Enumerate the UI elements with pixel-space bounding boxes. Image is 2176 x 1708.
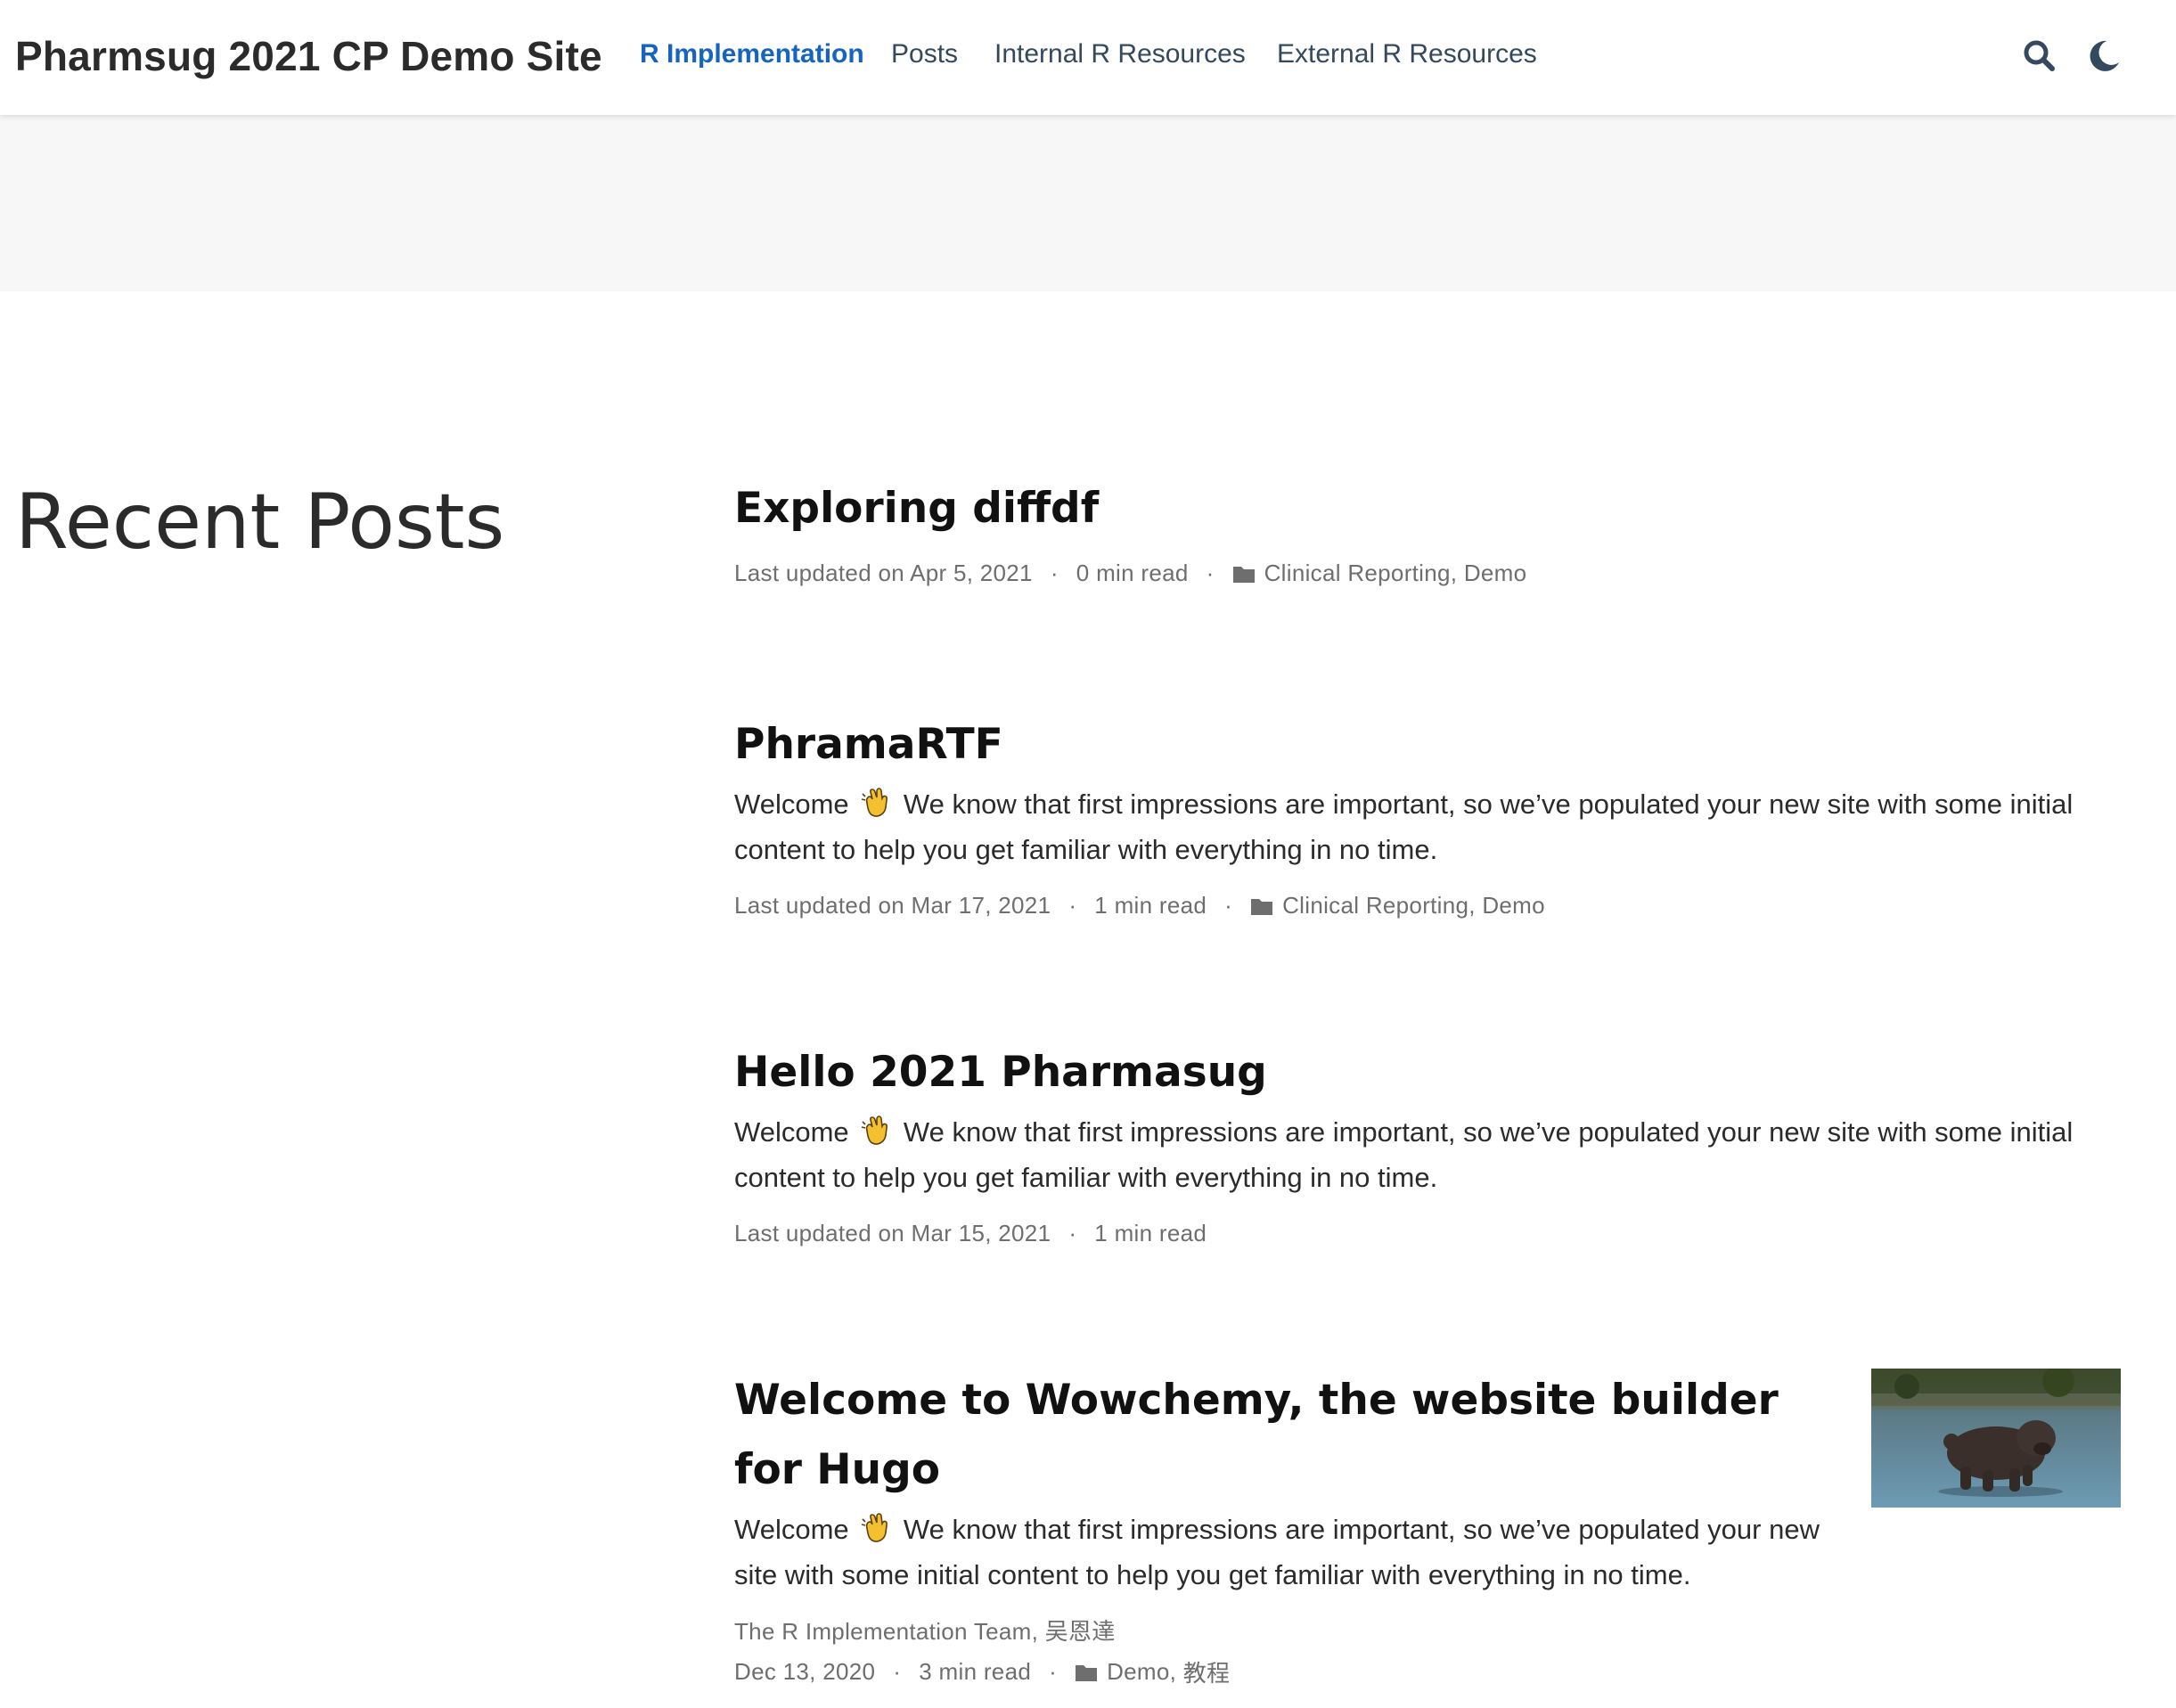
meta-separator: · [1050,560,1059,586]
post-summary: Welcome We know that first impressions a… [734,1507,1839,1598]
folder-icon [1076,1664,1098,1681]
waving-hand-icon [862,788,888,817]
category-link[interactable]: Demo [1482,892,1545,919]
post-updated: Last updated on Mar 17, 2021 [734,892,1051,919]
summary-text: Welcome [734,1116,849,1148]
post-title[interactable]: Exploring diffdf [734,474,2124,543]
post-summary: Welcome We know that first impressions a… [734,781,2124,872]
summary-text: We know that first impressions are impor… [734,1116,2074,1193]
dog-thumbnail-image [1871,1369,2121,1508]
section-title: Recent Posts [15,478,505,567]
nav-link-r-implementation[interactable]: R Implementation [640,39,864,69]
post-reading-time: 3 min read [919,1658,1032,1685]
post-item: PhramaRTF Welcome We know that first imp… [734,710,2124,919]
post-updated: Last updated on Mar 15, 2021 [734,1220,1051,1246]
meta-separator: · [893,1658,902,1685]
author-links[interactable]: The R Implementation Team, 吴恩達 [734,1614,1116,1647]
post-thumbnail[interactable] [1871,1369,2121,1508]
post-reading-time: 0 min read [1076,560,1189,586]
post-updated: Last updated on Apr 5, 2021 [734,560,1033,586]
navbar: Pharmsug 2021 CP Demo Site R Implementat… [0,0,2176,115]
site-brand[interactable]: Pharmsug 2021 CP Demo Site [15,32,602,80]
post-title[interactable]: PhramaRTF [734,710,2124,780]
nav-link-internal-r-resources[interactable]: Internal R Resources [994,39,1246,69]
waving-hand-icon [862,1513,888,1542]
search-icon[interactable] [2019,36,2060,77]
post-item: Welcome to Wowchemy, the website builder… [734,1366,1839,1688]
summary-text: Welcome [734,789,849,820]
summary-text: Welcome [734,1514,849,1545]
post-title[interactable]: Welcome to Wowchemy, the website builder… [734,1366,1839,1505]
nav-link-external-r-resources[interactable]: External R Resources [1277,39,1537,69]
post-item: Hello 2021 Pharmasug Welcome We know tha… [734,1038,2124,1247]
category-comma: , [1468,892,1476,919]
category-comma: , [1169,1658,1177,1685]
meta-separator: · [1068,892,1077,919]
summary-text: We know that first impressions are impor… [734,1514,1820,1590]
post-meta: Last updated on Mar 15, 2021 · 1 min rea… [734,1220,2124,1247]
post-date: Dec 13, 2020 [734,1658,876,1685]
post-authors: The R Implementation Team, 吴恩達 [734,1614,1839,1647]
category-comma: , [1450,560,1458,586]
folder-icon [1251,898,1273,915]
post-title[interactable]: Hello 2021 Pharmasug [734,1038,2124,1107]
folder-icon [1232,566,1255,583]
moon-icon[interactable] [2083,36,2124,77]
category-link[interactable]: 教程 [1183,1655,1231,1688]
post-reading-time: 1 min read [1094,1220,1207,1246]
meta-separator: · [1224,892,1233,919]
hero-banner [0,115,2176,291]
waving-hand-icon [862,1116,888,1145]
post-meta: Last updated on Mar 17, 2021 · 1 min rea… [734,892,2124,919]
post-reading-time: 1 min read [1094,892,1207,919]
category-link[interactable]: Demo [1464,560,1527,587]
meta-separator: · [1206,560,1215,586]
post-meta: Dec 13, 2020 · 3 min read · Demo, 教程 [734,1655,1839,1688]
meta-separator: · [1068,1220,1077,1246]
post-summary: Welcome We know that first impressions a… [734,1109,2124,1200]
category-link[interactable]: Clinical Reporting [1282,892,1468,919]
post-meta: Last updated on Apr 5, 2021 · 0 min read… [734,560,2124,587]
post-item: Exploring diffdf Last updated on Apr 5, … [734,474,2124,587]
nav-link-posts[interactable]: Posts [891,39,958,69]
category-link[interactable]: Clinical Reporting [1264,560,1451,587]
meta-separator: · [1049,1658,1058,1685]
summary-text: We know that first impressions are impor… [734,789,2074,865]
category-link[interactable]: Demo [1107,1658,1170,1686]
